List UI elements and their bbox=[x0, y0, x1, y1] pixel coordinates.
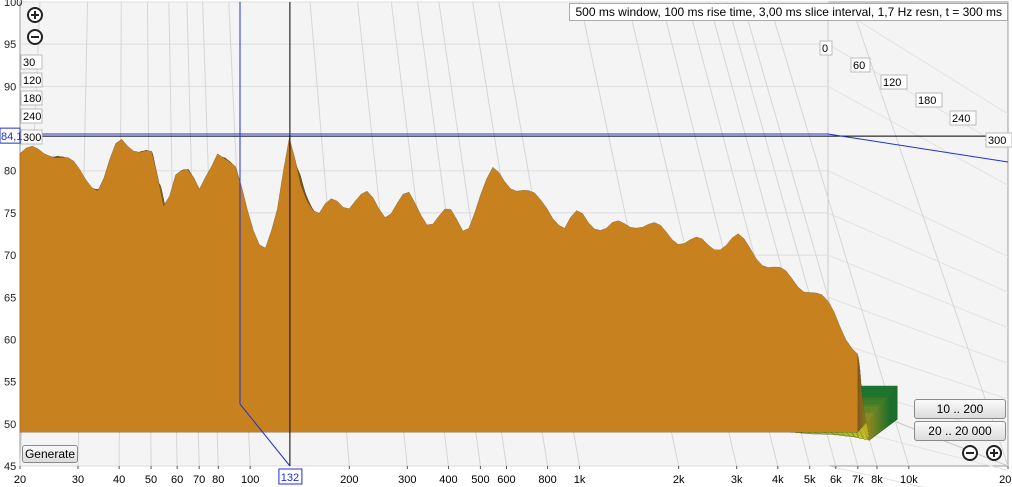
x-tick-label: 8k bbox=[871, 474, 883, 486]
time-label-left: 120 bbox=[20, 72, 43, 88]
time-label-text: 240 bbox=[952, 113, 970, 125]
x-tick-label: 60 bbox=[171, 474, 183, 486]
zoom-out-icon[interactable] bbox=[27, 29, 43, 45]
time-label-left: 30 bbox=[20, 54, 43, 70]
y-tick-label: 45 bbox=[4, 461, 16, 473]
range-20-20000-button[interactable]: 20 .. 20 000 bbox=[914, 421, 1006, 441]
y-tick-label: 70 bbox=[4, 250, 16, 262]
zoom-in-icon[interactable] bbox=[27, 7, 43, 23]
analysis-info-label: 500 ms window, 100 ms rise time, 3,00 ms… bbox=[569, 3, 1008, 21]
time-label-text: 240 bbox=[23, 111, 41, 123]
time-label-left: 180 bbox=[20, 90, 43, 106]
x-zoom-out-icon[interactable] bbox=[962, 445, 978, 461]
cursor-y-readout-text: 84,1 bbox=[1, 131, 22, 143]
x-tick-label: 600 bbox=[497, 474, 515, 486]
range-10-200-button[interactable]: 10 .. 200 bbox=[914, 399, 1006, 419]
y-tick-label: 100 bbox=[4, 0, 22, 9]
time-label-text: 120 bbox=[23, 75, 41, 87]
time-label-text: 30 bbox=[23, 57, 35, 69]
time-label-right: 60 bbox=[850, 57, 871, 73]
time-label-text: 180 bbox=[23, 93, 41, 105]
x-tick-label: 1k bbox=[574, 474, 586, 486]
time-label-text: 300 bbox=[23, 132, 41, 144]
time-label-text: 0 bbox=[822, 43, 828, 55]
cursor-x-readout-text: 132 bbox=[281, 472, 299, 484]
time-label-text: 180 bbox=[918, 95, 936, 107]
x-tick-label: 100 bbox=[241, 474, 259, 486]
x-tick-label: 80 bbox=[212, 474, 224, 486]
x-tick-label: 800 bbox=[538, 474, 556, 486]
time-label-right: 180 bbox=[915, 92, 943, 108]
x-tick-label: 30 bbox=[72, 474, 84, 486]
x-tick-label: 50 bbox=[145, 474, 157, 486]
y-tick-label: 75 bbox=[4, 208, 16, 220]
cursor-y-readout: 84,1 bbox=[0, 127, 22, 144]
x-tick-label: 6k bbox=[830, 474, 842, 486]
y-tick-label: 55 bbox=[4, 377, 16, 389]
y-tick-label: 50 bbox=[4, 419, 16, 431]
time-label-text: 60 bbox=[853, 60, 865, 72]
time-label-text: 120 bbox=[883, 77, 901, 89]
time-label-left: 240 bbox=[20, 108, 43, 124]
cursor-x-readout: 132 bbox=[278, 468, 303, 485]
x-tick-label: 5k bbox=[804, 474, 816, 486]
x-tick-label: 70 bbox=[193, 474, 205, 486]
y-tick-label: 95 bbox=[4, 39, 16, 51]
x-tick-label: 3k bbox=[731, 474, 743, 486]
x-tick-label: 300 bbox=[398, 474, 416, 486]
y-tick-label: 90 bbox=[4, 81, 16, 93]
time-label-text: 300 bbox=[988, 135, 1006, 147]
time-label-left: 300 bbox=[20, 129, 43, 145]
time-label-right: 240 bbox=[949, 110, 977, 126]
time-label-right: 300 bbox=[985, 132, 1012, 148]
x-tick-label: 2k bbox=[673, 474, 685, 486]
x-tick-label: 200 bbox=[340, 474, 358, 486]
x-tick-label: 20 bbox=[14, 474, 26, 486]
y-tick-label: 80 bbox=[4, 166, 16, 178]
x-tick-label: 40 bbox=[113, 474, 125, 486]
x-tick-label: 10k bbox=[900, 474, 918, 486]
y-tick-label: 65 bbox=[4, 292, 16, 304]
time-label-right: 0 bbox=[819, 40, 833, 56]
x-tick-label: 7k bbox=[852, 474, 864, 486]
generate-button[interactable]: Generate bbox=[22, 445, 78, 463]
y-tick-label: 60 bbox=[4, 334, 16, 346]
time-label-right: 120 bbox=[880, 74, 908, 90]
x-tick-label: 4k bbox=[772, 474, 784, 486]
x-zoom-in-icon[interactable] bbox=[986, 445, 1002, 461]
waterfall-chart[interactable]: 100 95 90 80 75 70 65 60 55 50 4520 30 40 50 60 70 80 100… bbox=[0, 0, 1012, 487]
x-tick-label: 400 bbox=[439, 474, 457, 486]
x-tick-label: 500 bbox=[471, 474, 489, 486]
x-tick-label: 20k bbox=[999, 474, 1012, 486]
